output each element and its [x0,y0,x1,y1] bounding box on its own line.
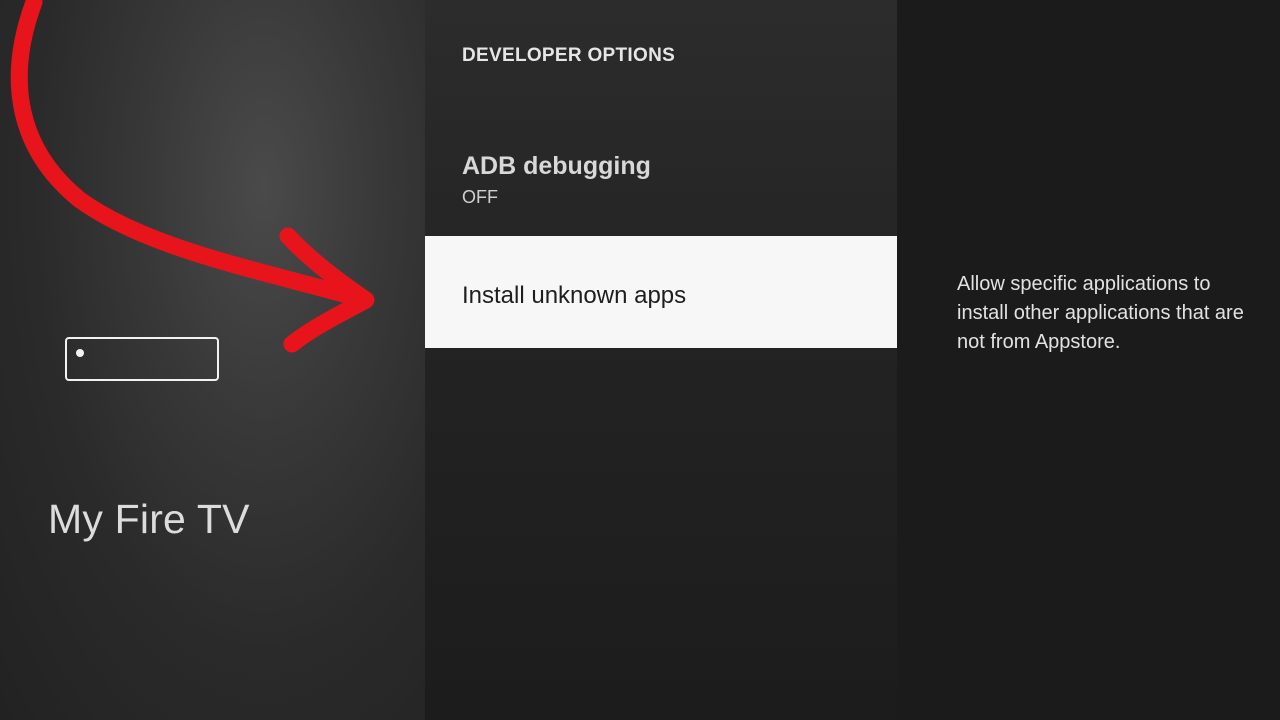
developer-options-panel: DEVELOPER OPTIONS ADB debugging OFF Inst… [425,0,897,720]
description-panel: Allow specific applications to install o… [897,0,1280,720]
option-description: Allow specific applications to install o… [957,273,1244,353]
section-title: My Fire TV [48,496,250,542]
menu-item-label: Install unknown apps [462,282,687,309]
menu-item-label: ADB debugging [462,152,651,180]
menu-item-install-unknown-apps[interactable]: Install unknown apps [425,236,897,348]
category-panel: My Fire TV [0,0,425,720]
menu-item-value: OFF [462,187,498,207]
panel-heading: DEVELOPER OPTIONS [462,45,676,66]
fire-tv-settings-screen: My Fire TV DEVELOPER OPTIONS ADB debuggi… [0,0,1280,720]
device-led [76,349,84,357]
fire-tv-stick-icon [65,337,219,381]
menu-item-adb-debugging[interactable]: ADB debugging OFF [425,152,897,222]
